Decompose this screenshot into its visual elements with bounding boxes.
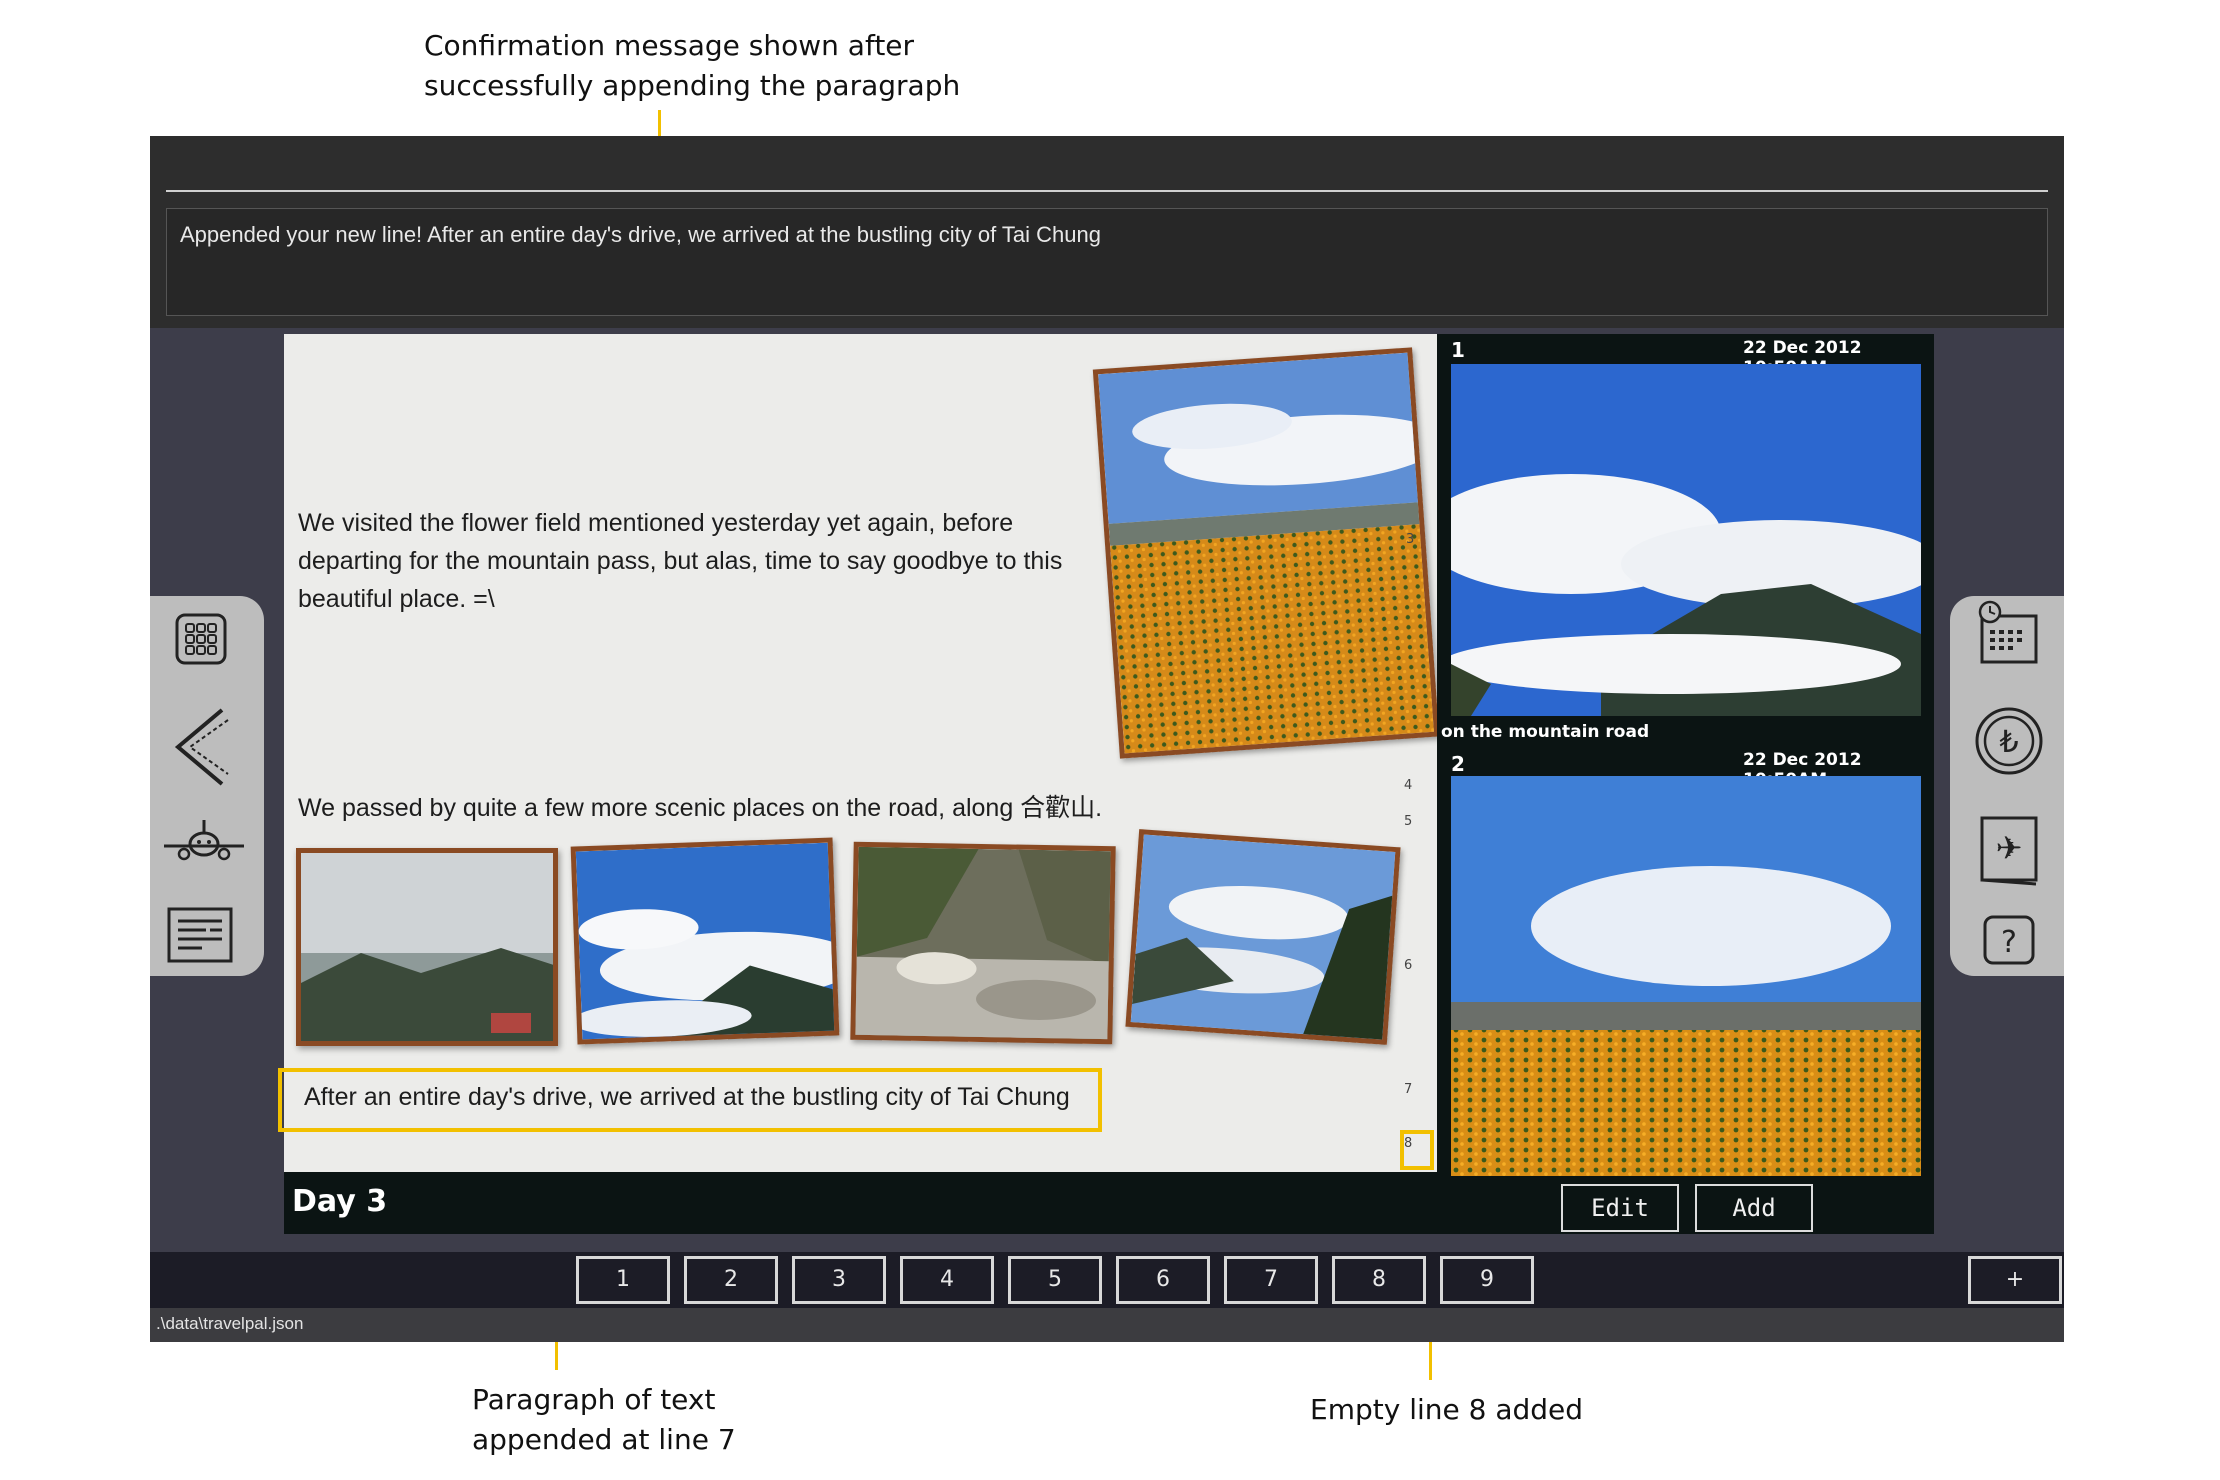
add-page-button[interactable]: + xyxy=(1968,1256,2062,1304)
currency-icon[interactable]: ₺ xyxy=(1974,706,2044,780)
svg-text:₺: ₺ xyxy=(1999,725,2018,760)
line-number-4: 4 xyxy=(1404,778,1413,793)
photo-misty-hills[interactable] xyxy=(296,848,558,1046)
edit-button[interactable]: Edit xyxy=(1561,1184,1679,1232)
photo-card-number: 1 xyxy=(1451,338,1465,362)
annotation-paragraph: Paragraph of text appended at line 7 xyxy=(472,1383,736,1456)
command-input-underline[interactable] xyxy=(166,190,2048,192)
page-button-3[interactable]: 3 xyxy=(792,1256,886,1304)
photo-card-image-mountain[interactable] xyxy=(1451,364,1921,716)
result-message: Appended your new line! After an entire … xyxy=(180,222,1101,247)
annotation-empty-line: Empty line 8 added xyxy=(1310,1393,1584,1426)
help-icon[interactable]: ? xyxy=(1982,914,2036,970)
line-number-3: 3 xyxy=(1406,532,1415,547)
highlight-appended-paragraph xyxy=(278,1068,1102,1132)
svg-text:✈: ✈ xyxy=(1996,829,2023,867)
airplane-icon[interactable] xyxy=(162,818,246,874)
add-photo-button[interactable]: Add xyxy=(1695,1184,1813,1232)
paragraph-line-5[interactable]: We passed by quite a few more scenic pla… xyxy=(298,789,1198,827)
file-path: .\data\travelpal.json xyxy=(156,1314,304,1333)
photo-riverbed[interactable] xyxy=(850,841,1116,1045)
highlight-line-8 xyxy=(1400,1130,1434,1170)
travel-book-icon[interactable]: ✈ xyxy=(1976,814,2040,892)
annotation-confirmation: Confirmation message shown after success… xyxy=(424,29,961,102)
page-button-1[interactable]: 1 xyxy=(576,1256,670,1304)
list-icon[interactable] xyxy=(166,906,234,968)
pagination-bar: 1 2 3 4 5 6 7 8 9 + xyxy=(150,1252,2064,1308)
photo-card-image-flowers[interactable] xyxy=(1451,776,1921,1176)
page-button-2[interactable]: 2 xyxy=(684,1256,778,1304)
photo-card-number: 2 xyxy=(1451,752,1465,776)
back-arrow-icon[interactable] xyxy=(172,706,232,792)
command-area: Appended your new line! After an entire … xyxy=(150,136,2064,328)
line-number-7: 7 xyxy=(1404,1082,1413,1097)
photo-card-caption: on the mountain road xyxy=(1441,722,1650,742)
line-number-6: 6 xyxy=(1404,958,1413,973)
journal-page: We visited the flower field mentioned ye… xyxy=(284,334,1440,1172)
page-button-4[interactable]: 4 xyxy=(900,1256,994,1304)
calendar-icon[interactable] xyxy=(1976,600,2040,670)
travelpal-window: Appended your new line! After an entire … xyxy=(150,136,2064,1342)
line-number-5: 5 xyxy=(1404,814,1413,829)
photo-cloud-sea[interactable] xyxy=(570,837,840,1045)
right-sidebar: ₺ ✈ ? xyxy=(1950,596,2064,976)
page-button-8[interactable]: 8 xyxy=(1332,1256,1426,1304)
day-title-bar: Day 3 xyxy=(284,1172,1437,1234)
photo-mountain-trees[interactable] xyxy=(1125,829,1401,1045)
left-sidebar xyxy=(150,596,264,976)
page-button-9[interactable]: 9 xyxy=(1440,1256,1534,1304)
day-title: Day 3 xyxy=(292,1184,388,1219)
page-button-6[interactable]: 6 xyxy=(1116,1256,1210,1304)
status-bar: .\data\travelpal.json xyxy=(150,1308,2064,1342)
photo-flower-field[interactable] xyxy=(1092,347,1440,759)
page-button-5[interactable]: 5 xyxy=(1008,1256,1102,1304)
grid-icon[interactable] xyxy=(174,612,228,670)
photo-list: 1 22 Dec 2012 10:50AM on the mountain ro… xyxy=(1437,334,1934,1234)
svg-text:?: ? xyxy=(2001,925,2017,960)
paragraph-line-3[interactable]: We visited the flower field mentioned ye… xyxy=(298,504,1078,618)
page-button-7[interactable]: 7 xyxy=(1224,1256,1318,1304)
